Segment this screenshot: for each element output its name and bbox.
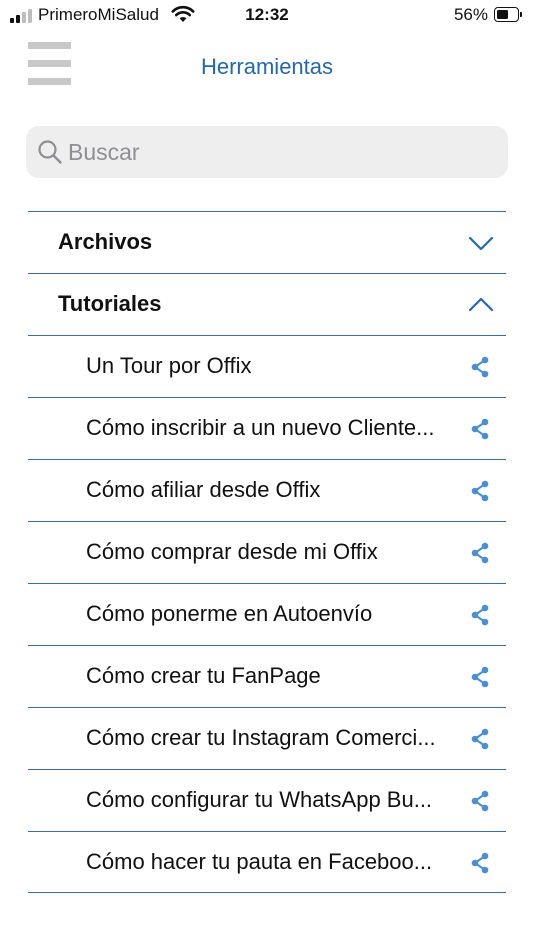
tutorial-item[interactable]: Cómo crear tu FanPage: [28, 645, 506, 707]
tutorial-item[interactable]: Cómo ponerme en Autoenvío: [28, 583, 506, 645]
tutorial-label: Cómo inscribir a un nuevo Cliente...: [86, 415, 435, 440]
section-label: Tutoriales: [58, 291, 162, 316]
tutorial-item[interactable]: Cómo afiliar desde Offix: [28, 459, 506, 521]
tutorial-label: Un Tour por Offix: [86, 353, 252, 378]
chevron-up-icon[interactable]: [468, 294, 494, 316]
tutorial-item[interactable]: Cómo comprar desde mi Offix: [28, 521, 506, 583]
tutorial-label: Cómo configurar tu WhatsApp Bu...: [86, 787, 433, 812]
tools-list: Archivos Tutoriales Un Tour por Offix Cómo …: [28, 211, 506, 893]
share-icon[interactable]: [470, 542, 490, 564]
search-icon: [38, 140, 62, 164]
share-icon[interactable]: [470, 356, 490, 378]
section-archivos[interactable]: Archivos: [28, 211, 506, 273]
share-icon[interactable]: [470, 604, 490, 626]
tutorial-item[interactable]: Cómo crear tu Instagram Comerci...: [28, 707, 506, 769]
search-bar[interactable]: [26, 126, 508, 178]
share-icon[interactable]: [470, 418, 490, 440]
search-input[interactable]: [68, 126, 488, 178]
share-icon[interactable]: [470, 480, 490, 502]
battery-icon: [494, 7, 522, 22]
page-title: Herramientas: [200, 54, 334, 79]
tutorial-label: Cómo crear tu Instagram Comerci...: [86, 725, 436, 750]
tutorial-label: Cómo crear tu FanPage: [86, 663, 321, 688]
share-icon[interactable]: [470, 728, 490, 750]
battery-percentage: 56%: [453, 5, 488, 24]
chevron-down-icon[interactable]: [468, 232, 494, 254]
tutorial-label: Cómo ponerme en Autoenvío: [86, 601, 373, 626]
status-bar: PrimeroMiSalud 12:32 56%: [0, 0, 534, 30]
tutorial-item[interactable]: Un Tour por Offix: [28, 335, 506, 397]
share-icon[interactable]: [470, 852, 490, 874]
tutorial-item[interactable]: Cómo hacer tu pauta en Faceboo...: [28, 831, 506, 893]
tutorial-item[interactable]: Cómo configurar tu WhatsApp Bu...: [28, 769, 506, 831]
section-label: Archivos: [58, 229, 153, 254]
share-icon[interactable]: [470, 790, 490, 812]
section-tutoriales[interactable]: Tutoriales: [28, 273, 506, 335]
tutorial-label: Cómo comprar desde mi Offix: [86, 539, 378, 564]
share-icon[interactable]: [470, 666, 490, 688]
tutorial-label: Cómo hacer tu pauta en Faceboo...: [86, 849, 433, 874]
tutorial-item[interactable]: Cómo inscribir a un nuevo Cliente...: [28, 397, 506, 459]
tutorial-label: Cómo afiliar desde Offix: [86, 477, 321, 502]
